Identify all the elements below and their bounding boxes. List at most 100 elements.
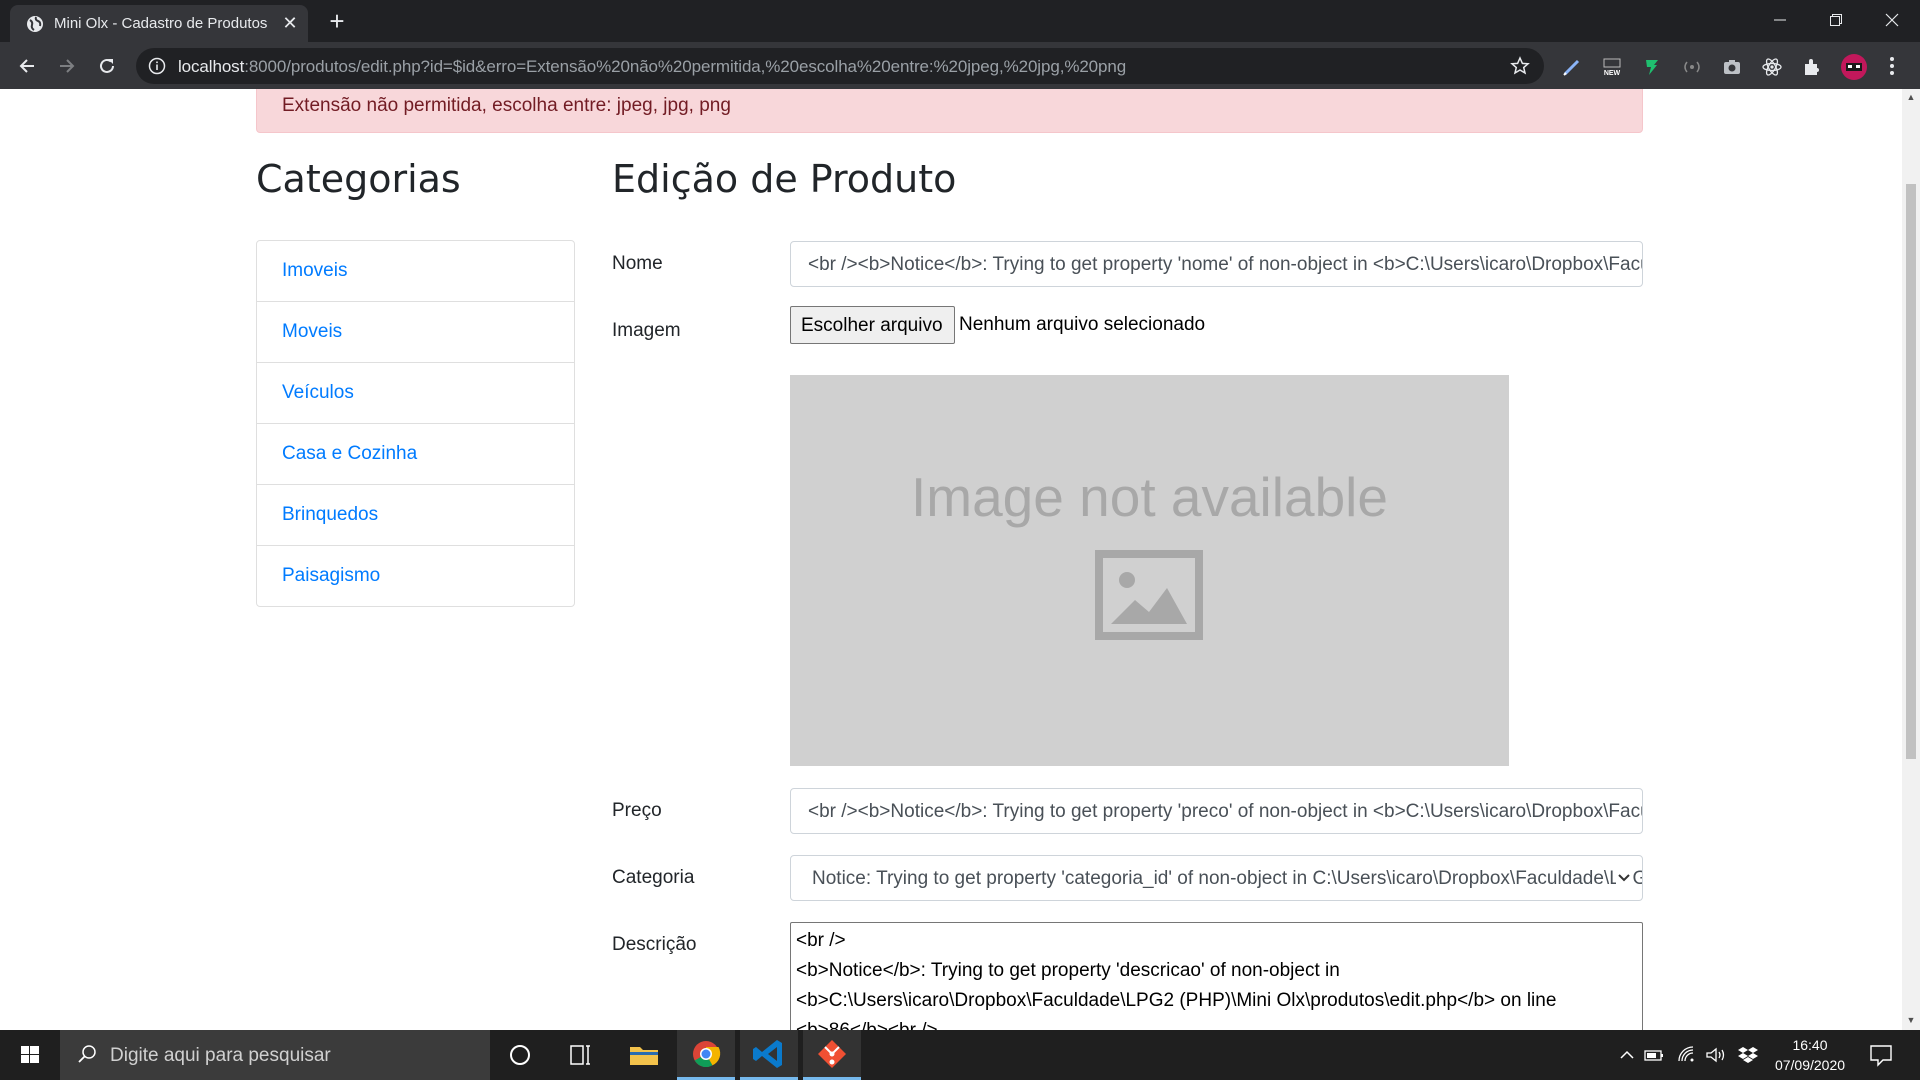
green-extension-icon[interactable] [1641,56,1663,78]
list-item: Brinquedos [257,485,574,546]
tab-title: Mini Olx - Cadastro de Produtos [54,15,268,32]
categoria-label: Categoria [612,867,695,888]
chrome-taskbar-button[interactable] [677,1030,735,1080]
nome-input[interactable]: <br /><b>Notice</b>: Trying to get prope… [790,241,1643,287]
battery-icon[interactable] [1643,1045,1665,1065]
forward-button[interactable] [52,51,82,81]
minimize-icon [1774,19,1786,21]
list-item: Moveis [257,302,574,363]
category-link-casa-e-cozinha[interactable]: Casa e Cozinha [282,443,417,465]
vscode-icon [753,1040,782,1068]
folder-icon [630,1047,658,1065]
arrow-left-icon [19,59,34,73]
preco-label: Preço [612,800,662,821]
scroll-up-arrow-icon[interactable]: ▲ [1906,92,1916,102]
wifi-icon[interactable] [1676,1045,1698,1065]
info-icon[interactable] [148,57,166,75]
back-button[interactable] [12,51,42,81]
chevron-down-icon [1616,870,1632,886]
clock-date: 07/09/2020 [1774,1057,1846,1073]
category-link-imoveis[interactable]: Imoveis [282,260,347,282]
url-text[interactable]: localhost:8000/produtos/edit.php?id=$id&… [178,57,1126,77]
new-tab-button[interactable]: + [322,6,352,36]
image-unavailable-text: Image not available [911,466,1388,528]
categories-heading: Categorias [256,157,461,201]
cortana-button[interactable] [492,1030,548,1080]
page-content: Extensão não permitida, escolha entre: j… [0,89,1902,1030]
descricao-line: <b>Notice</b>: Trying to get property 'd… [796,960,1340,981]
nome-label: Nome [612,253,663,274]
taskbar-search[interactable]: Digite aqui para pesquisar [60,1030,490,1080]
category-link-brinquedos[interactable]: Brinquedos [282,504,378,526]
preco-input[interactable]: <br /><b>Notice</b>: Trying to get prope… [790,788,1643,834]
url-path: :8000/produtos/edit.php?id=$id&erro=Exte… [244,57,1127,76]
chrome-icon [693,1041,721,1068]
error-alert-message: Extensão não permitida, escolha entre: j… [282,95,731,116]
nome-input-value: <br /><b>Notice</b>: Trying to get prope… [808,254,1643,275]
descricao-label: Descrição [612,934,697,955]
choose-file-button[interactable]: Escolher arquivo [790,306,955,344]
svg-text:NEW: NEW [1604,70,1621,77]
descricao-line: <br /> [796,930,846,951]
file-explorer-taskbar-button[interactable] [616,1030,672,1080]
error-alert: Extensão não permitida, escolha entre: j… [256,89,1643,133]
page-title: Edição de Produto [612,157,957,201]
new-badge-extension-icon[interactable]: NEW [1601,56,1623,78]
chevron-up-icon[interactable] [1616,1045,1638,1065]
preco-input-value: <br /><b>Notice</b>: Trying to get prope… [808,801,1643,822]
react-extension-icon[interactable] [1761,56,1783,78]
cortana-circle-icon [510,1045,530,1065]
task-view-button[interactable] [552,1030,608,1080]
broadcast-extension-icon[interactable] [1681,56,1703,78]
category-link-moveis[interactable]: Moveis [282,321,342,343]
categoria-select[interactable]: Notice: Trying to get property 'categori… [790,855,1643,901]
scrollbar-thumb[interactable] [1906,184,1916,759]
file-status-text: Nenhum arquivo selecionado [959,314,1206,335]
puzzle-extensions-icon[interactable] [1801,56,1823,78]
task-view-icon [570,1045,590,1065]
url-host: localhost [178,57,245,76]
camera-extension-icon[interactable] [1721,56,1743,78]
git-diamond-icon [818,1040,846,1068]
start-button[interactable] [0,1030,60,1080]
list-item: Casa e Cozinha [257,424,574,485]
windows-taskbar: Digite aqui para pesquisar 16:40 07/09/2… [0,1030,1920,1080]
descricao-line: <b>C:\Users\icaro\Dropbox\Faculdade\LPG2… [796,990,1557,1011]
search-icon [78,1045,96,1063]
page-scrollbar[interactable]: ▲ ▼ [1902,89,1920,1030]
taskbar-clock[interactable]: 16:40 07/09/2020 [1750,1035,1870,1075]
category-link-paisagismo[interactable]: Paisagismo [282,565,380,587]
restore-button[interactable] [1808,0,1864,40]
list-item: Imoveis [257,241,574,302]
close-icon [1885,13,1899,27]
pen-extension-icon[interactable] [1561,56,1583,78]
arrow-right-icon [60,59,75,73]
reload-button[interactable] [92,51,122,81]
gitkraken-taskbar-button[interactable] [803,1030,861,1080]
image-icon [1095,550,1203,640]
notification-icon[interactable] [1868,1042,1894,1068]
volume-icon[interactable] [1705,1045,1727,1065]
list-item: Paisagismo [257,546,574,606]
minimize-button[interactable] [1752,0,1808,40]
descricao-line: <b>86</b><br /> [796,1020,938,1030]
choose-file-label: Escolher arquivo [801,315,943,336]
restore-icon [1830,14,1842,26]
category-link-veiculos[interactable]: Veículos [282,382,354,404]
scroll-down-arrow-icon[interactable]: ▼ [1906,1015,1916,1025]
search-placeholder: Digite aqui para pesquisar [110,1045,331,1066]
close-tab-icon[interactable]: ✕ [280,13,300,33]
reload-icon [100,58,114,73]
close-window-button[interactable] [1864,0,1920,40]
more-menu-icon[interactable] [1882,55,1902,77]
vscode-taskbar-button[interactable] [740,1030,798,1080]
globe-icon [27,16,43,32]
windows-logo-icon [21,1046,39,1063]
bookmark-star-icon[interactable] [1510,56,1530,76]
profile-avatar-icon[interactable] [1840,53,1868,81]
descricao-textarea[interactable]: <br /> <b>Notice</b>: Trying to get prop… [790,922,1643,1030]
browser-tab[interactable]: Mini Olx - Cadastro de Produtos ✕ [10,5,308,42]
address-bar[interactable]: localhost:8000/produtos/edit.php?id=$id&… [136,48,1544,84]
browser-toolbar: localhost:8000/produtos/edit.php?id=$id&… [0,42,1920,89]
browser-tab-bar: Mini Olx - Cadastro de Produtos ✕ + [0,0,1920,42]
